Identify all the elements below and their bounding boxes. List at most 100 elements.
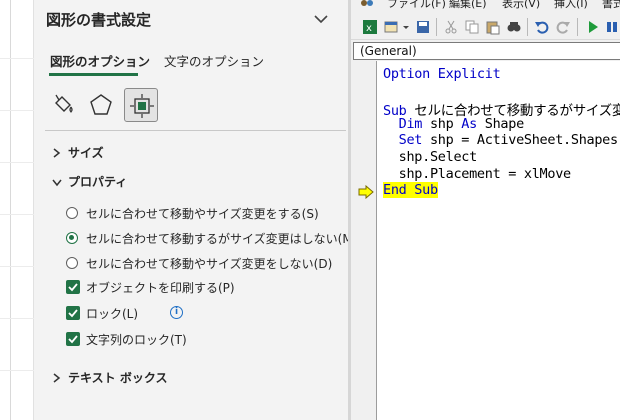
code-line[interactable]: Dim shp As Shape xyxy=(383,115,525,133)
chevron-right-icon xyxy=(53,373,61,383)
checkmark-icon xyxy=(68,283,78,292)
code-line[interactable]: shp.Placement = xlMove xyxy=(383,165,572,183)
code-keyword: Option Explicit xyxy=(383,66,501,82)
toolbar-separator xyxy=(527,18,528,36)
screen: 図形の書式設定 図形のオプション 文字のオプション サイズ プロパティ セルに合… xyxy=(0,0,620,420)
row-gridline xyxy=(0,266,34,267)
run-icon[interactable] xyxy=(585,19,601,35)
code-line[interactable]: Option Explicit xyxy=(383,66,501,83)
chevron-right-icon xyxy=(53,148,61,158)
insert-userform-icon[interactable] xyxy=(384,19,400,35)
code-keyword: End Sub xyxy=(383,182,438,199)
option-label: ロック(L) xyxy=(86,307,139,321)
undo-icon[interactable] xyxy=(534,19,550,35)
svg-text:x: x xyxy=(366,23,372,34)
pentagon-icon xyxy=(90,94,112,115)
tab-text-options[interactable]: 文字のオプション xyxy=(164,51,264,70)
row-gridline xyxy=(0,110,34,111)
dropdown-arrow-icon[interactable] xyxy=(402,19,410,35)
row-gridline xyxy=(0,318,34,319)
code-editor[interactable]: Option Explicit Sub セルに合わせて移動するがサイズ変更はしない… xyxy=(377,61,620,420)
vba-editor: ファイル(F) 編集(E) 表示(V) 挿入(I) 書式 x (General)… xyxy=(351,0,620,420)
code-line[interactable]: Set shp = ActiveSheet.Shapes(1) xyxy=(383,132,620,149)
break-icon[interactable] xyxy=(604,19,620,35)
margin-indicator-bar[interactable] xyxy=(355,61,377,420)
code-token: shp.Placement = xlMove xyxy=(383,165,572,182)
code-token: Shape xyxy=(476,115,524,132)
option-label: オブジェクトを印刷する(P) xyxy=(86,281,235,295)
format-shape-pane: 図形の書式設定 図形のオプション 文字のオプション サイズ プロパティ セルに合… xyxy=(34,0,357,420)
section-textbox[interactable]: テキスト ボックス xyxy=(50,369,200,387)
code-keyword: As xyxy=(461,115,477,132)
checkbox-lock-text[interactable]: 文字列のロック(T) xyxy=(66,330,236,348)
vbe-app-icon xyxy=(361,0,373,6)
radio-no-move-no-size[interactable]: セルに合わせて移動やサイズ変更をしない(D) xyxy=(66,254,332,272)
code-token: shp xyxy=(422,115,462,132)
code-token: shp.Select xyxy=(383,149,478,165)
code-token: shp = ActiveSheet.Shapes(1) xyxy=(422,132,620,149)
chevron-down-icon xyxy=(314,15,328,24)
section-properties-label: プロパティ xyxy=(68,175,128,189)
object-combo-value: (General) xyxy=(360,44,417,58)
code-line[interactable]: shp.Select xyxy=(383,149,478,166)
code-keyword: Dim xyxy=(398,115,423,132)
info-icon[interactable]: i xyxy=(170,306,183,319)
radio-move-and-size[interactable]: セルに合わせて移動やサイズ変更をする(S) xyxy=(66,204,326,222)
paste-icon[interactable] xyxy=(485,19,501,35)
checkbox-checked[interactable] xyxy=(66,306,80,320)
toolbar-separator xyxy=(577,18,578,36)
object-combo-box[interactable]: (General) xyxy=(353,42,620,60)
checkbox-print-object[interactable]: オブジェクトを印刷する(P) xyxy=(66,278,266,296)
menu-file[interactable]: ファイル(F) xyxy=(387,0,446,11)
code-line[interactable]: Sub セルに合わせて移動するがサイズ変更はしない() xyxy=(383,99,620,119)
active-tab-indicator xyxy=(49,73,138,76)
menu-format[interactable]: 書式 xyxy=(602,0,620,11)
radio-move-no-size[interactable]: セルに合わせて移動するがサイズ変更はしない(M) xyxy=(66,229,357,247)
checkbox-checked[interactable] xyxy=(66,332,80,346)
size-properties-button[interactable] xyxy=(124,88,158,122)
section-textbox-label: テキスト ボックス xyxy=(68,371,168,385)
fill-line-button[interactable] xyxy=(46,88,80,122)
code-keyword: Set xyxy=(398,132,423,149)
standard-toolbar: x xyxy=(351,12,620,40)
size-properties-icon xyxy=(130,94,154,118)
radio-button-selected[interactable] xyxy=(66,232,78,244)
section-properties[interactable]: プロパティ xyxy=(50,173,170,191)
cut-icon[interactable] xyxy=(443,19,459,35)
fill-line-icon xyxy=(55,94,73,113)
checkbox-checked[interactable] xyxy=(66,280,80,294)
toolbar-separator xyxy=(436,18,437,36)
menu-edit[interactable]: 編集(E) xyxy=(449,0,487,11)
effects-button[interactable] xyxy=(84,88,118,122)
pane-title: 図形の書式設定 xyxy=(46,11,152,29)
save-icon[interactable] xyxy=(415,19,431,35)
option-label: 文字列のロック(T) xyxy=(86,333,187,347)
row-gridline xyxy=(0,58,34,59)
option-label: セルに合わせて移動するがサイズ変更はしない(M) xyxy=(86,232,358,246)
pane-collapse-button[interactable] xyxy=(310,8,332,30)
code-line[interactable]: End Sub xyxy=(383,182,438,199)
chevron-down-icon xyxy=(52,179,62,187)
redo-icon[interactable] xyxy=(555,19,571,35)
excel-view-icon[interactable]: x xyxy=(362,19,378,35)
option-label: セルに合わせて移動やサイズ変更をしない(D) xyxy=(86,257,333,271)
copy-icon[interactable] xyxy=(464,19,480,35)
menu-bar: ファイル(F) 編集(E) 表示(V) 挿入(I) 書式 xyxy=(351,0,620,11)
menu-insert[interactable]: 挿入(I) xyxy=(554,0,588,11)
code-window: Option Explicit Sub セルに合わせて移動するがサイズ変更はしない… xyxy=(351,61,620,420)
find-icon[interactable] xyxy=(506,19,522,35)
checkbox-locked[interactable]: ロック(L) i xyxy=(66,304,196,322)
menu-view[interactable]: 表示(V) xyxy=(502,0,540,11)
radio-button[interactable] xyxy=(66,207,78,219)
row-gridline xyxy=(0,370,34,371)
tab-shape-options[interactable]: 図形のオプション xyxy=(50,51,150,70)
radio-button[interactable] xyxy=(66,257,78,269)
worksheet-edge[interactable] xyxy=(0,0,34,420)
checkmark-icon xyxy=(68,309,78,318)
row-gridline xyxy=(0,214,34,215)
section-size-label: サイズ xyxy=(68,146,104,160)
pane-divider xyxy=(45,130,346,131)
section-size[interactable]: サイズ xyxy=(50,144,150,162)
